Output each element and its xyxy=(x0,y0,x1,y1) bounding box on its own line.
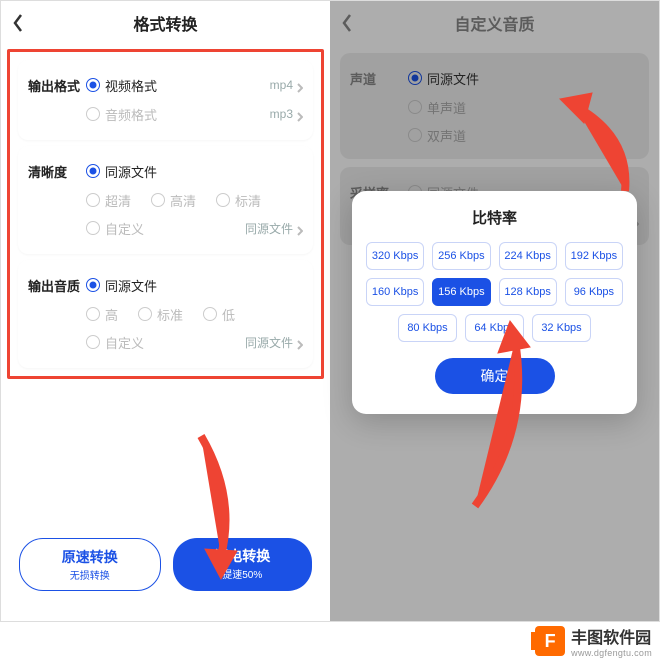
bitrate-chip[interactable]: 156 Kbps xyxy=(432,278,490,306)
bitrate-chip[interactable]: 64 Kbps xyxy=(465,314,524,342)
value-clarity-custom: 同源文件 xyxy=(245,220,293,237)
opt-clarity-high[interactable]: 高清 xyxy=(151,191,196,210)
fast-convert-button[interactable]: 闪电转换 提速50% xyxy=(173,538,313,591)
bitrate-grid-row3: 80 Kbps 64 Kbps 32 Kbps xyxy=(398,314,591,342)
bitrate-chip[interactable]: 32 Kbps xyxy=(532,314,591,342)
bitrate-chip[interactable]: 80 Kbps xyxy=(398,314,457,342)
card-output-format: 输出格式 视频格式 mp4 音频格式 mp3 xyxy=(18,60,313,140)
value-audio-ext: mp3 xyxy=(270,107,293,121)
opt-clarity-custom[interactable]: 自定义 xyxy=(86,219,144,238)
chevron-right-icon xyxy=(297,109,303,119)
bitrate-grid: 320 Kbps 256 Kbps 224 Kbps 192 Kbps 160 Kbps… xyxy=(366,242,623,306)
opt-audio-std[interactable]: 标准 xyxy=(138,305,183,324)
card-audio-quality: 输出音质 同源文件 高 标准 低 自定义 同源文件 xyxy=(18,260,313,368)
watermark-brand: 丰图软件园 xyxy=(571,624,652,648)
bitrate-chip[interactable]: 96 Kbps xyxy=(565,278,623,306)
label-clarity: 清晰度 xyxy=(28,162,86,181)
bitrate-chip[interactable]: 224 Kbps xyxy=(499,242,557,270)
page-title-left: 格式转换 xyxy=(133,11,197,35)
value-video-ext: mp4 xyxy=(270,78,293,92)
chevron-right-icon[interactable] xyxy=(297,223,303,233)
bitrate-chip[interactable]: 320 Kbps xyxy=(366,242,424,270)
titlebar-left: 格式转换 xyxy=(1,1,330,45)
bitrate-chip[interactable]: 192 Kbps xyxy=(565,242,623,270)
bottom-buttons: 原速转换 无损转换 闪电转换 提速50% xyxy=(1,538,330,591)
opt-clarity-std[interactable]: 标清 xyxy=(216,191,261,210)
card-clarity: 清晰度 同源文件 超清 高清 标清 自定义 同源文件 xyxy=(18,146,313,254)
label-audio-quality: 输出音质 xyxy=(28,276,86,295)
bitrate-popup: 比特率 320 Kbps 256 Kbps 224 Kbps 192 Kbps 160 … xyxy=(352,191,637,414)
logo-icon: F xyxy=(535,626,565,656)
bitrate-chip[interactable]: 160 Kbps xyxy=(366,278,424,306)
back-icon[interactable] xyxy=(13,14,23,32)
opt-clarity-same[interactable]: 同源文件 xyxy=(86,162,157,181)
opt-audio-low[interactable]: 低 xyxy=(203,305,235,324)
chevron-right-icon[interactable] xyxy=(297,337,303,347)
normal-convert-button[interactable]: 原速转换 无损转换 xyxy=(19,538,161,591)
opt-audio-format[interactable]: 音频格式 xyxy=(86,105,157,124)
opt-audio-same[interactable]: 同源文件 xyxy=(86,276,157,295)
popup-title: 比特率 xyxy=(366,207,623,228)
confirm-button[interactable]: 确定 xyxy=(435,358,555,394)
value-audio-custom: 同源文件 xyxy=(245,334,293,351)
label-output-format: 输出格式 xyxy=(28,76,86,95)
opt-video-format[interactable]: 视频格式 xyxy=(86,76,157,95)
bitrate-chip[interactable]: 256 Kbps xyxy=(432,242,490,270)
watermark-domain: www.dgfengtu.com xyxy=(571,648,652,658)
opt-audio-custom[interactable]: 自定义 xyxy=(86,333,144,352)
opt-audio-high[interactable]: 高 xyxy=(86,305,118,324)
bitrate-chip[interactable]: 128 Kbps xyxy=(499,278,557,306)
highlight-box: 输出格式 视频格式 mp4 音频格式 mp3 清晰度 同源文件 xyxy=(7,49,324,379)
chevron-right-icon[interactable] xyxy=(297,80,303,90)
watermark: F 丰图软件园 www.dgfengtu.com xyxy=(535,624,652,658)
opt-clarity-hd[interactable]: 超清 xyxy=(86,191,131,210)
